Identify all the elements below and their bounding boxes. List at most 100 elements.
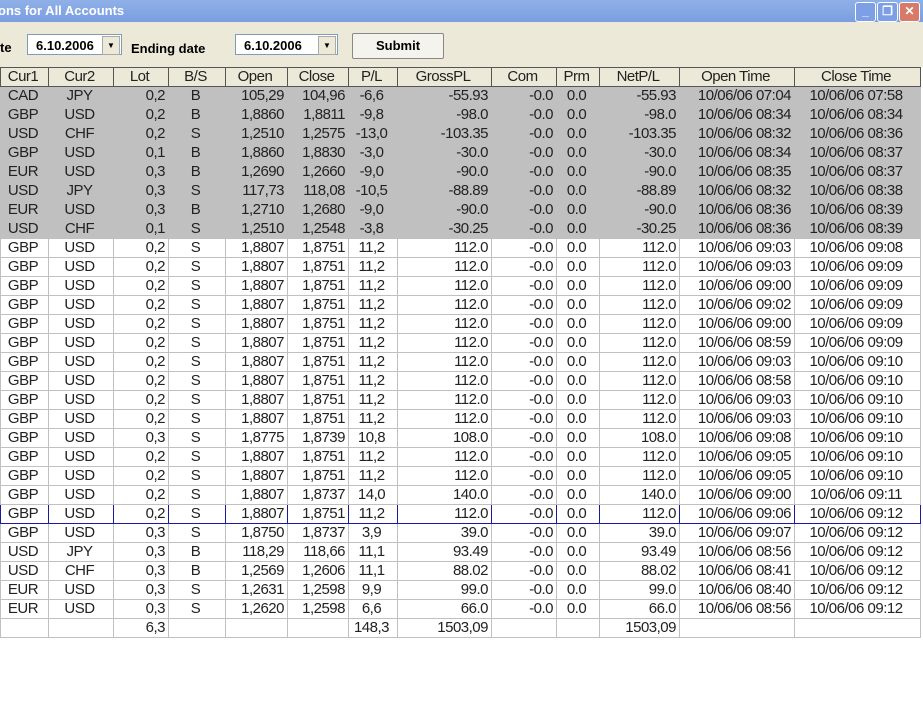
table-row[interactable]: GBP USD 0,2 S 1,8807 1,8751 11,2 112.0 -0.0 0.0 11… <box>0 466 921 486</box>
table-cell: -0.0 <box>491 238 557 258</box>
table-row[interactable]: GBP USD 0,2 S 1,8807 1,8751 11,2 112.0 -0.0 0.0 11… <box>0 333 921 353</box>
table-cell: 0.0 <box>556 219 600 239</box>
table-cell: 0,2 <box>113 409 169 429</box>
column-header[interactable]: Cur2 <box>48 67 114 87</box>
table-row[interactable]: GBP USD 0,1 B 1,8860 1,8830 -3,0 -30.0 -0.0 0.0 -3… <box>0 143 921 163</box>
table-row[interactable]: GBP USD 0,3 S 1,8775 1,8739 10,8 108.0 -0.0 0.0 10… <box>0 428 921 448</box>
table-row[interactable]: GBP USD 0,3 S 1,8750 1,8737 3,9 39.0 -0.0 0.0 39.0… <box>0 523 921 543</box>
table-row[interactable]: GBP USD 0,2 S 1,8807 1,8751 11,2 112.0 -0.0 0.0 11… <box>0 352 921 372</box>
table-row[interactable]: GBP USD 0,2 S 1,8807 1,8751 11,2 112.0 -0.0 0.0 11… <box>0 314 921 334</box>
table-cell: 10/06/06 08:37 <box>794 162 921 182</box>
table-cell: USD <box>48 143 114 163</box>
table-cell: 66.0 <box>599 599 680 619</box>
table-row[interactable]: GBP USD 0,2 S 1,8807 1,8751 11,2 112.0 -0.0 0.0 11… <box>0 257 921 277</box>
table-cell: 112.0 <box>599 257 680 277</box>
table-row[interactable]: CAD JPY 0,2 B 105,29 104,96 -6,6 -55.93 -0.0 0.0-… <box>0 86 921 106</box>
table-cell: 10/06/06 09:05 <box>679 466 795 486</box>
table-cell: 10/06/06 09:10 <box>794 466 921 486</box>
table-cell: 1,8737 <box>287 485 349 505</box>
table-cell: 1,8751 <box>287 352 349 372</box>
table-cell: 104,96 <box>287 86 349 106</box>
table-cell: 1,8807 <box>225 295 288 315</box>
table-cell: 10/06/06 09:03 <box>679 238 795 258</box>
table-cell: S <box>168 371 226 391</box>
table-cell: -0.0 <box>491 352 557 372</box>
table-cell: GBP <box>0 390 49 410</box>
ending-date-picker[interactable]: 6.10.2006 ▼ <box>235 34 338 55</box>
column-header[interactable]: Open Time <box>679 67 795 87</box>
table-cell: USD <box>48 333 114 353</box>
chevron-down-icon[interactable]: ▼ <box>102 36 120 55</box>
column-header[interactable]: Open <box>225 67 288 87</box>
table-row[interactable]: GBP USD 0,2 S 1,8807 1,8751 11,2 112.0 -0.0 0.0 11… <box>0 390 921 410</box>
table-cell: EUR <box>0 200 49 220</box>
table-cell: 11,2 <box>348 276 398 296</box>
column-header[interactable]: GrossPL <box>397 67 492 87</box>
table-row[interactable]: EUR USD 0,3 B 1,2690 1,2660 -9,0 -90.0 -0.0 0.0 -9… <box>0 162 921 182</box>
table-cell: 10/06/06 09:09 <box>794 276 921 296</box>
table-row[interactable]: GBP USD 0,2 S 1,8807 1,8751 11,2 112.0 -0.0 0.0 11… <box>0 409 921 429</box>
table-cell: -55.93 <box>397 86 492 106</box>
table-row[interactable]: USD CHF 0,3 B 1,2569 1,2606 11,1 88.02 -0.0 0.0 88… <box>0 561 921 581</box>
table-cell: 1,2575 <box>287 124 349 144</box>
table-row[interactable]: USD CHF 0,1 S 1,2510 1,2548 -3,8 -30.25 -0.0 0.0-… <box>0 219 921 239</box>
column-header[interactable]: P/L <box>348 67 398 87</box>
table-cell: 108.0 <box>397 428 492 448</box>
table-cell: 11,1 <box>348 561 398 581</box>
table-cell: 1,2690 <box>225 162 288 182</box>
table-cell: CHF <box>48 219 114 239</box>
table-cell: -0.0 <box>491 466 557 486</box>
table-cell: CHF <box>48 561 114 581</box>
column-header[interactable]: Cur1 <box>0 67 49 87</box>
table-row[interactable]: GBP USD 0,2 S 1,8807 1,8751 11,2 112.0 -0.0 0.0 11… <box>0 447 921 467</box>
table-cell: 3,9 <box>348 523 398 543</box>
starting-date-picker[interactable]: 6.10.2006 ▼ <box>27 34 122 55</box>
table-row[interactable]: EUR USD 0,3 S 1,2631 1,2598 9,9 99.0 -0.0 0.0 99.0… <box>0 580 921 600</box>
table-cell: B <box>168 542 226 562</box>
table-cell: 10,8 <box>348 428 398 448</box>
table-cell: -98.0 <box>397 105 492 125</box>
table-cell: GBP <box>0 314 49 334</box>
close-button[interactable]: ✕ <box>899 2 920 22</box>
table-row[interactable]: GBP USD 0,2 B 1,8860 1,8811 -9,8 -98.0 -0.0 0.0 -9… <box>0 105 921 125</box>
chevron-down-icon[interactable]: ▼ <box>318 36 336 55</box>
table-cell: 0.0 <box>556 238 600 258</box>
table-row[interactable]: USD CHF 0,2 S 1,2510 1,2575 -13,0 -103.35 -0.0 0.… <box>0 124 921 144</box>
positions-table: Cur1 Cur2 Lot B/S Open Close P/L GrossPL Com Prm N… <box>0 67 921 638</box>
table-cell: 10/06/06 09:09 <box>794 295 921 315</box>
table-cell: GBP <box>0 333 49 353</box>
table-row[interactable]: GBP USD 0,2 S 1,8807 1,8751 11,2 112.0 -0.0 0.0 11… <box>0 276 921 296</box>
table-cell: 88.02 <box>599 561 680 581</box>
table-cell: 10/06/06 09:12 <box>794 580 921 600</box>
table-cell: B <box>168 162 226 182</box>
totals-row[interactable]: 6,3 148,3 1503,09 1503,09 <box>0 618 921 638</box>
column-header[interactable]: Com <box>491 67 557 87</box>
table-cell: S <box>168 599 226 619</box>
table-cell: S <box>168 295 226 315</box>
table-cell: 112.0 <box>397 295 492 315</box>
table-row[interactable]: USD JPY 0,3 S 117,73 118,08 -10,5 -88.89 -0.0 0.0… <box>0 181 921 201</box>
table-row[interactable]: EUR USD 0,3 S 1,2620 1,2598 6,6 66.0 -0.0 0.0 66.0… <box>0 599 921 619</box>
table-row[interactable]: EUR USD 0,3 B 1,2710 1,2680 -9,0 -90.0 -0.0 0.0 -9… <box>0 200 921 220</box>
column-header[interactable]: NetP/L <box>599 67 680 87</box>
table-row[interactable]: GBP USD 0,2 S 1,8807 1,8751 11,2 112.0 -0.0 0.0 11… <box>0 238 921 258</box>
table-cell: 11,2 <box>348 409 398 429</box>
table-row[interactable]: GBP USD 0,2 S 1,8807 1,8751 11,2 112.0 -0.0 0.0 11… <box>0 371 921 391</box>
column-header[interactable]: Close Time <box>794 67 921 87</box>
restore-button[interactable]: ❐ <box>877 2 898 22</box>
submit-button[interactable]: Submit <box>352 33 444 59</box>
table-row[interactable]: GBP USD 0,2 S 1,8807 1,8737 14,0 140.0 -0.0 0.0 14… <box>0 485 921 505</box>
column-header[interactable]: Lot <box>113 67 169 87</box>
table-row[interactable]: USD JPY 0,3 B 118,29 118,66 11,1 93.49 -0.0 0.0 93… <box>0 542 921 562</box>
column-header[interactable]: Prm <box>556 67 600 87</box>
minimize-button[interactable]: _ <box>855 2 876 22</box>
table-row[interactable]: GBP USD 0,2 S 1,8807 1,8751 11,2 112.0 -0.0 0.0 11… <box>0 504 921 524</box>
column-header[interactable]: B/S <box>168 67 226 87</box>
table-cell: USD <box>48 238 114 258</box>
table-cell: 0,2 <box>113 86 169 106</box>
column-header[interactable]: Close <box>287 67 349 87</box>
table-row[interactable]: GBP USD 0,2 S 1,8807 1,8751 11,2 112.0 -0.0 0.0 11… <box>0 295 921 315</box>
table-cell: S <box>168 504 226 524</box>
table-cell: 1,2631 <box>225 580 288 600</box>
table-cell: USD <box>0 542 49 562</box>
